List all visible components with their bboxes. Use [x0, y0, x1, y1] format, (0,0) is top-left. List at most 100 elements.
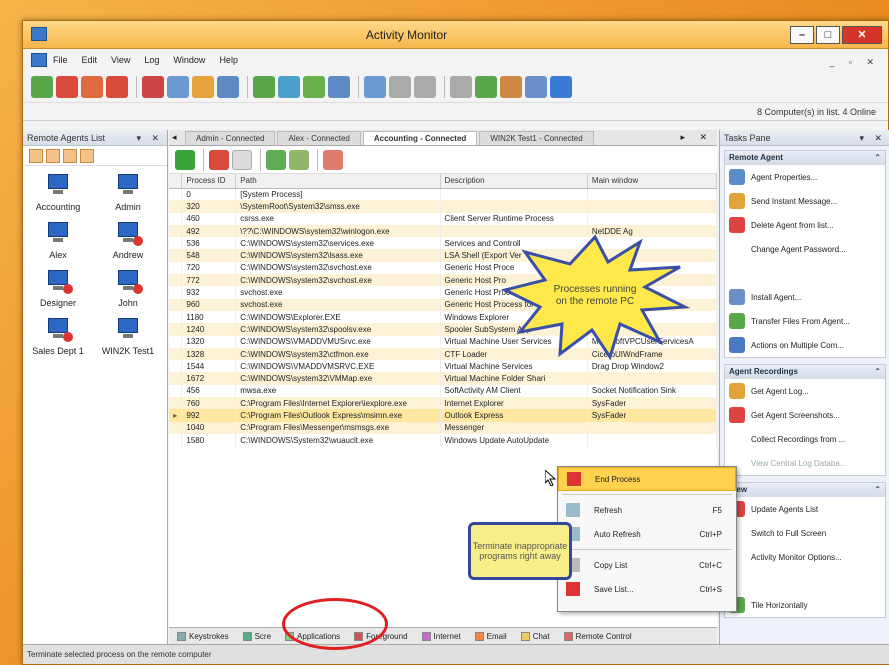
folder-icon[interactable] [80, 148, 94, 163]
toolbar-button-9[interactable] [253, 75, 275, 98]
copy-icon[interactable] [232, 149, 252, 170]
task-item[interactable]: Delete Agent from list... [725, 213, 885, 237]
task-group-header[interactable]: Remote Agent ⌃ [725, 151, 885, 165]
view-list-icon[interactable] [46, 148, 60, 163]
table-row[interactable]: 0 [System Process] [169, 188, 718, 201]
context-menu-item[interactable]: Save List... Ctrl+S [558, 577, 736, 601]
task-item[interactable]: Switch to Full Screen [725, 521, 885, 545]
column-header[interactable]: Main window [587, 174, 718, 189]
toolbar-button-6[interactable] [167, 75, 189, 98]
table-row[interactable]: 456 mwsa.exe SoftActivity AM Client Socket … [169, 384, 718, 398]
task-item[interactable]: Transfer Files From Agent... [725, 309, 885, 333]
table-row[interactable]: 1672 C:\WINDOWS\system32\VMMap.exe Virtual… [169, 372, 718, 385]
context-menu-item[interactable]: Auto Refresh Ctrl+P [558, 522, 736, 546]
task-item[interactable]: Change Agent Password... [725, 237, 885, 261]
menu-view[interactable]: View [111, 55, 130, 65]
collapse-icon[interactable]: ⌃ [874, 151, 881, 165]
table-row[interactable]: 320 \SystemRoot\System32\smss.exe [169, 200, 718, 213]
agent-item[interactable]: WIN2K Test1 [93, 318, 163, 356]
export-icon[interactable] [289, 149, 309, 170]
task-item[interactable]: Activity Monitor Options... [725, 545, 885, 569]
toolbar-button-20[interactable] [550, 75, 572, 98]
agent-item[interactable]: Designer [23, 270, 93, 308]
task-group-header[interactable]: View ⌃ [725, 483, 885, 497]
agent-item[interactable]: Accounting [23, 174, 93, 212]
menu-edit[interactable]: Edit [82, 55, 98, 65]
task-item[interactable]: Update Agents List [725, 497, 885, 521]
menu-log[interactable]: Log [144, 55, 159, 65]
task-item[interactable]: Collect Recordings from ... [725, 427, 885, 451]
task-item[interactable]: Get Agent Log... [725, 379, 885, 403]
toolbar-button-8[interactable] [217, 75, 239, 98]
bottom-tab[interactable]: Chat [517, 631, 554, 642]
context-menu-item[interactable]: End Process [558, 467, 736, 491]
bottom-tab[interactable]: Internet [418, 631, 465, 642]
table-row[interactable]: 1040 C:\Program Files\Messenger\msmsgs.ex… [169, 421, 718, 434]
context-menu-item[interactable]: Refresh F5 [558, 498, 736, 522]
toolbar-button-16[interactable] [450, 75, 472, 98]
column-header[interactable]: Description [440, 174, 588, 189]
kill-icon[interactable] [323, 149, 343, 170]
task-item[interactable]: Actions on Multiple Com... [725, 333, 885, 357]
toolbar-button-15[interactable] [414, 75, 436, 98]
agent-item[interactable]: John [93, 270, 163, 308]
task-item[interactable]: Send Instant Message... [725, 189, 885, 213]
toolbar-button-7[interactable] [192, 75, 214, 98]
agent-item[interactable]: Admin [93, 174, 163, 212]
menu-window[interactable]: Window [173, 55, 205, 65]
tab-agent[interactable]: Alex - Connected [277, 131, 361, 145]
toolbar-button-2[interactable] [56, 75, 78, 98]
tasks-pane-controls[interactable]: ▾ ✕ [859, 130, 886, 146]
table-row[interactable]: ▸ 992 C:\Program Files\Outlook Express\msi… [169, 409, 718, 422]
table-row[interactable]: 460 csrss.exe Client Server Runtime Proces… [169, 212, 718, 225]
toolbar-button-14[interactable] [389, 75, 411, 98]
toolbar-button-5[interactable] [142, 75, 164, 98]
bottom-tab[interactable]: Email [471, 631, 511, 642]
collapse-icon[interactable]: ⌃ [874, 365, 881, 379]
task-item[interactable]: Tile Horizontally [725, 593, 885, 617]
mdi-controls[interactable]: _ ▫ ✕ [829, 57, 880, 68]
menu-file[interactable]: File [53, 55, 68, 65]
toolbar-button-19[interactable] [525, 75, 547, 98]
tab-scroll-left[interactable]: ◂ [172, 132, 177, 143]
menu-help[interactable]: Help [219, 55, 238, 65]
toolbar-button-12[interactable] [328, 75, 350, 98]
view-icon[interactable] [29, 148, 43, 163]
agent-item[interactable]: Alex [23, 222, 93, 260]
toolbar-button-13[interactable] [364, 75, 386, 98]
view-details-icon[interactable] [63, 148, 77, 163]
bottom-tab[interactable]: Keystrokes [173, 631, 233, 642]
table-row[interactable]: 1580 C:\WINDOWS\System32\wuauclt.exe Windo… [169, 433, 718, 447]
toolbar-button-4[interactable] [106, 75, 128, 98]
toolbar-button-10[interactable] [278, 75, 300, 98]
task-item[interactable]: View Central Log Databa... [725, 451, 885, 475]
refresh-icon[interactable] [175, 149, 195, 170]
table-row[interactable]: 1544 C:\WINDOWS\VMADDVMSRVC.EXE Virtual Ma… [169, 360, 718, 373]
toolbar-button-11[interactable] [303, 75, 325, 98]
collapse-icon[interactable]: ⌃ [874, 483, 881, 497]
column-header[interactable]: Process ID [181, 174, 237, 189]
tab-agent[interactable]: WIN2K Test1 - Connected [479, 131, 594, 145]
task-group-header[interactable]: Agent Recordings ⌃ [725, 365, 885, 379]
tab-controls[interactable]: ▸ ✕ [680, 132, 713, 143]
agent-item[interactable]: Sales Dept 1 [23, 318, 93, 356]
bottom-tab[interactable]: Scre [239, 631, 275, 642]
toolbar-button-17[interactable] [475, 75, 497, 98]
agent-item[interactable]: Andrew [93, 222, 163, 260]
task-item[interactable]: Install Agent... [725, 285, 885, 309]
save-icon[interactable] [266, 149, 286, 170]
toolbar-button-18[interactable] [500, 75, 522, 98]
maximize-button[interactable]: □ [816, 25, 840, 44]
close-button[interactable]: ✕ [842, 25, 882, 44]
task-item[interactable]: Agent Properties... [725, 165, 885, 189]
column-header[interactable]: Path [235, 174, 441, 189]
task-item[interactable]: Get Agent Screenshots... [725, 403, 885, 427]
panel-controls[interactable]: ▾ ✕ [136, 130, 163, 146]
toolbar-button-3[interactable] [81, 75, 103, 98]
end-process-icon[interactable] [209, 149, 229, 170]
table-row[interactable]: 760 C:\Program Files\Internet Explorer\ie… [169, 397, 718, 410]
tab-agent[interactable]: Accounting - Connected [362, 131, 478, 145]
bottom-tab[interactable]: Remote Control [560, 631, 636, 642]
toolbar-button-1[interactable] [31, 75, 53, 98]
context-menu-item[interactable]: Copy List Ctrl+C [558, 553, 736, 577]
